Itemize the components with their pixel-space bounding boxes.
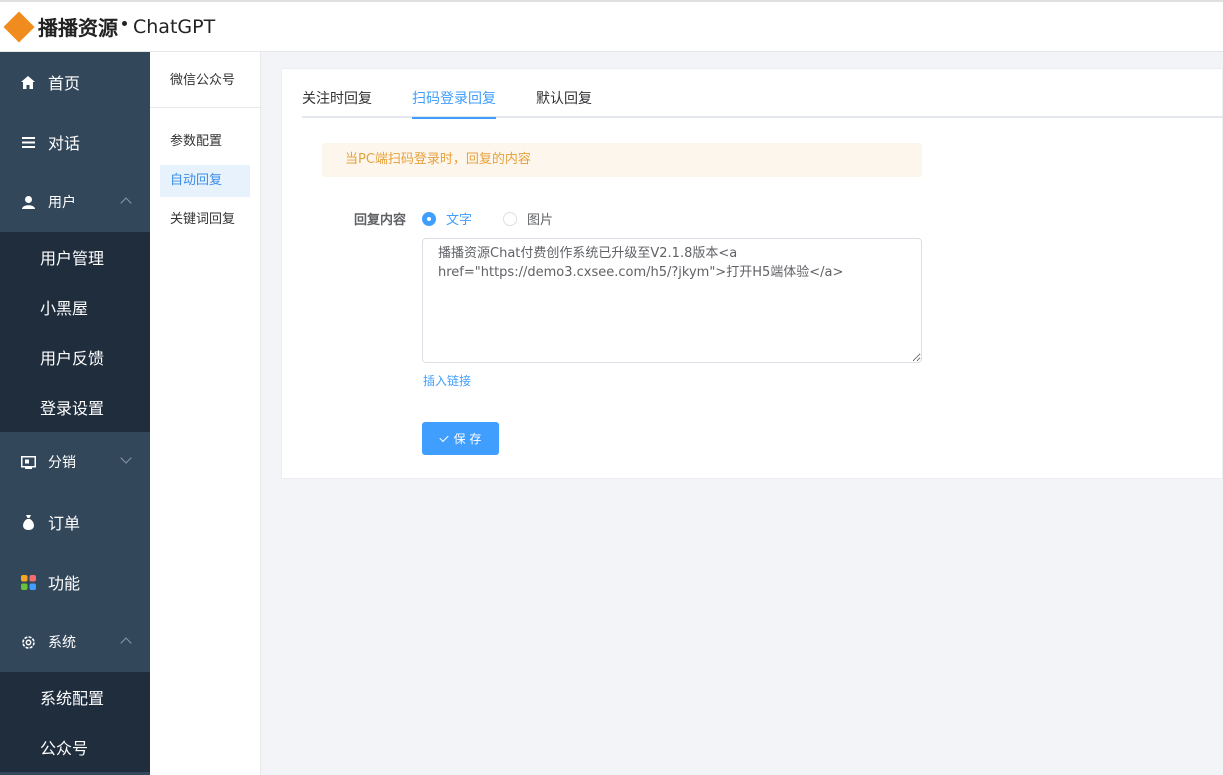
sidebar-item-label: 分销 — [48, 455, 76, 471]
sidebar-item-label: 用户 — [48, 195, 76, 211]
sidebar-item-label: 系统 — [48, 635, 76, 651]
brand-logo[interactable]: 播播资源 ChatGPT — [2, 10, 215, 44]
sidebar-item-label: 首页 — [48, 74, 81, 93]
radio-image[interactable]: 图片 — [503, 209, 553, 228]
secondary-menu-title: 微信公众号 — [150, 52, 260, 108]
sidebar-item-label: 订单 — [48, 514, 81, 533]
radio-text[interactable]: 文字 — [422, 209, 472, 228]
user-submenu: 用户管理 小黑屋 用户反馈 登录设置 — [0, 232, 150, 432]
apps-icon — [19, 573, 37, 591]
top-header: 播播资源 ChatGPT — [0, 0, 1223, 52]
brand-name-en: ChatGPT — [133, 15, 216, 38]
brand-name-cn: 播播资源 — [38, 16, 118, 40]
secondary-item-keyword-reply[interactable]: 关键词回复 — [150, 204, 260, 236]
sidebar-item-distribution[interactable]: 分销 — [0, 432, 150, 492]
tab-scan-login-reply[interactable]: 扫码登录回复 — [412, 88, 496, 119]
sidebar-item-user[interactable]: 用户 — [0, 172, 150, 232]
sidebar-subitem-system-config[interactable]: 系统配置 — [0, 672, 150, 722]
sidebar-subitem-official-account[interactable]: 公众号 — [0, 722, 150, 772]
radio-text-label: 文字 — [446, 213, 473, 228]
secondary-item-params[interactable]: 参数配置 — [150, 126, 260, 158]
reply-content-textarea[interactable]: 播播资源Chat付费创作系统已升级至V2.1.8版本<a href="https… — [422, 238, 922, 363]
chevron-up-icon — [120, 637, 132, 649]
radio-image-label: 图片 — [527, 213, 554, 228]
save-button-label: 保 存 — [453, 432, 482, 446]
save-button[interactable]: 保 存 — [422, 422, 499, 455]
distribution-icon — [19, 453, 37, 471]
sidebar-subitem-login-settings[interactable]: 登录设置 — [0, 382, 150, 432]
home-icon — [19, 73, 37, 91]
sidebar-item-chat[interactable]: 对话 — [0, 112, 150, 172]
sidebar-subitem-user-management[interactable]: 用户管理 — [0, 232, 150, 282]
chevron-up-icon — [120, 197, 132, 209]
brand-dot — [122, 21, 127, 26]
insert-link[interactable]: 插入链接 — [423, 372, 471, 389]
radio-checked-icon — [422, 211, 436, 226]
sidebar-item-features[interactable]: 功能 — [0, 552, 150, 612]
sidebar-item-label: 功能 — [48, 574, 81, 593]
sidebar-item-home[interactable]: 首页 — [0, 52, 150, 112]
system-submenu: 系统配置 公众号 — [0, 672, 150, 772]
user-icon — [19, 193, 37, 211]
radio-unchecked-icon — [503, 211, 517, 226]
tab-follow-reply[interactable]: 关注时回复 — [302, 88, 372, 118]
money-bag-icon — [19, 513, 37, 531]
list-icon — [19, 133, 37, 151]
sidebar-subitem-blacklist[interactable]: 小黑屋 — [0, 282, 150, 332]
sidebar-item-label: 对话 — [48, 134, 81, 153]
check-icon — [438, 432, 449, 442]
tab-default-reply[interactable]: 默认回复 — [536, 88, 592, 118]
secondary-menu: 微信公众号 参数配置 自动回复 关键词回复 — [150, 52, 261, 775]
logo-diamond-icon — [2, 10, 36, 44]
sidebar-item-orders[interactable]: 订单 — [0, 492, 150, 552]
sidebar: 首页 对话 用户 用户管理 小黑屋 用户反馈 登录设置 分销 订单 功能 系统 … — [0, 52, 150, 775]
tab-bar: 关注时回复 扫码登录回复 默认回复 — [302, 69, 1223, 119]
sidebar-subitem-feedback[interactable]: 用户反馈 — [0, 332, 150, 382]
gear-icon — [19, 633, 37, 651]
notice-alert: 当PC端扫码登录时，回复的内容 — [322, 143, 922, 177]
chevron-down-icon — [120, 452, 132, 464]
secondary-item-auto-reply[interactable]: 自动回复 — [160, 165, 250, 197]
main-card: 关注时回复 扫码登录回复 默认回复 当PC端扫码登录时，回复的内容 回复内容 文… — [281, 68, 1223, 479]
sidebar-item-system[interactable]: 系统 — [0, 612, 150, 672]
reply-content-label: 回复内容 — [354, 213, 407, 228]
